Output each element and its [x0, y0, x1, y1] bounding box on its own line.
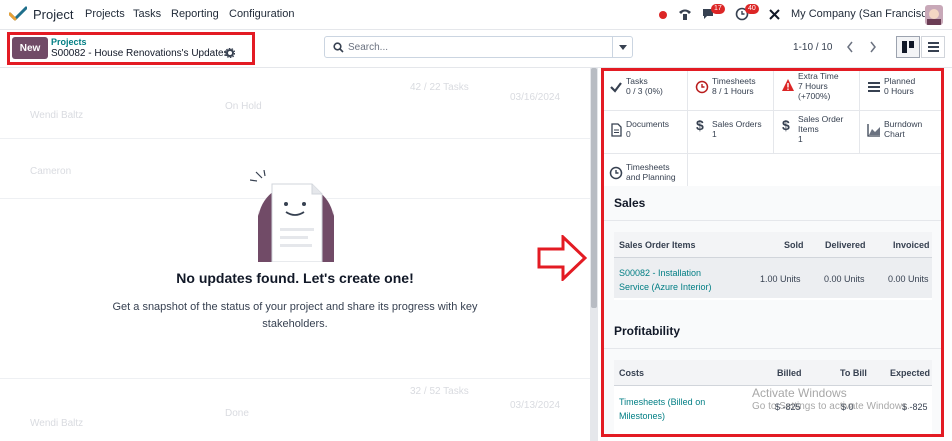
user-avatar[interactable] — [925, 5, 943, 25]
caret-down-icon — [619, 45, 627, 50]
ghost-progress-1: 42 / 22 Tasks — [410, 82, 469, 93]
gear-icon[interactable] — [225, 48, 235, 58]
control-panel: New Projects S00082 - House Renovations'… — [0, 30, 952, 68]
ghost-progress-2: 32 / 52 Tasks — [410, 386, 469, 397]
chevron-right-icon[interactable] — [868, 40, 878, 54]
phone-icon[interactable] — [678, 7, 692, 21]
search-dropdown-toggle[interactable] — [612, 37, 632, 57]
breadcrumb-current: S00082 - House Renovations's Updates — [51, 48, 229, 59]
search-icon — [333, 42, 344, 53]
ghost-divider — [0, 138, 590, 139]
ghost-date-1: 03/16/2024 — [510, 92, 561, 103]
app-name[interactable]: Project — [33, 7, 73, 22]
status-dot-icon[interactable] — [659, 11, 667, 19]
pager-value[interactable]: 1-10 / 10 — [793, 42, 832, 53]
ghost-divider — [0, 378, 590, 379]
ghost-status-1: On Hold — [225, 101, 262, 112]
empty-state-body: Get a snapshot of the status of your pro… — [112, 301, 478, 330]
new-button[interactable]: New — [12, 37, 48, 59]
chat-count-badge: 17 — [711, 4, 725, 14]
top-navbar: Project Projects Tasks Reporting Configu… — [0, 0, 952, 30]
ghost-name-3: Wendi Baltz — [30, 418, 84, 429]
project-app-icon[interactable] — [9, 6, 27, 22]
ghost-name-1: Wendi Baltz — [30, 110, 84, 121]
menu-tasks[interactable]: Tasks — [133, 8, 161, 20]
updates-panel: Wendi Baltz On Hold 42 / 22 Tasks 03/16/… — [0, 68, 600, 441]
menu-reporting[interactable]: Reporting — [171, 8, 219, 20]
activity-count-badge: 40 — [745, 4, 759, 14]
chevron-left-icon[interactable] — [845, 40, 855, 54]
scrollbar-thumb[interactable] — [591, 68, 597, 308]
menu-projects[interactable]: Projects — [85, 8, 125, 20]
search-box[interactable]: Search... — [324, 36, 633, 58]
ghost-name-2: Cameron — [30, 166, 72, 177]
scrollbar-track[interactable] — [590, 68, 598, 441]
list-view-button[interactable] — [921, 36, 945, 58]
search-input[interactable]: Search... — [348, 42, 388, 53]
breadcrumb-parent[interactable]: Projects — [51, 37, 87, 47]
list-icon — [928, 42, 939, 52]
menu-configuration[interactable]: Configuration — [229, 8, 294, 20]
empty-state-title: No updates found. Let's create one! — [176, 270, 414, 286]
red-arrow-annotation-icon — [537, 235, 587, 281]
company-switcher[interactable]: My Company (San Francisco) — [791, 8, 937, 20]
kanban-view-button[interactable] — [896, 36, 920, 58]
highlight-box-side-panel — [601, 68, 944, 437]
ghost-date-2: 03/13/2024 — [510, 400, 561, 411]
tools-icon[interactable] — [768, 8, 781, 21]
empty-updates-illustration-icon — [250, 170, 334, 262]
kanban-icon — [902, 41, 914, 53]
ghost-status-2: Done — [225, 408, 249, 419]
